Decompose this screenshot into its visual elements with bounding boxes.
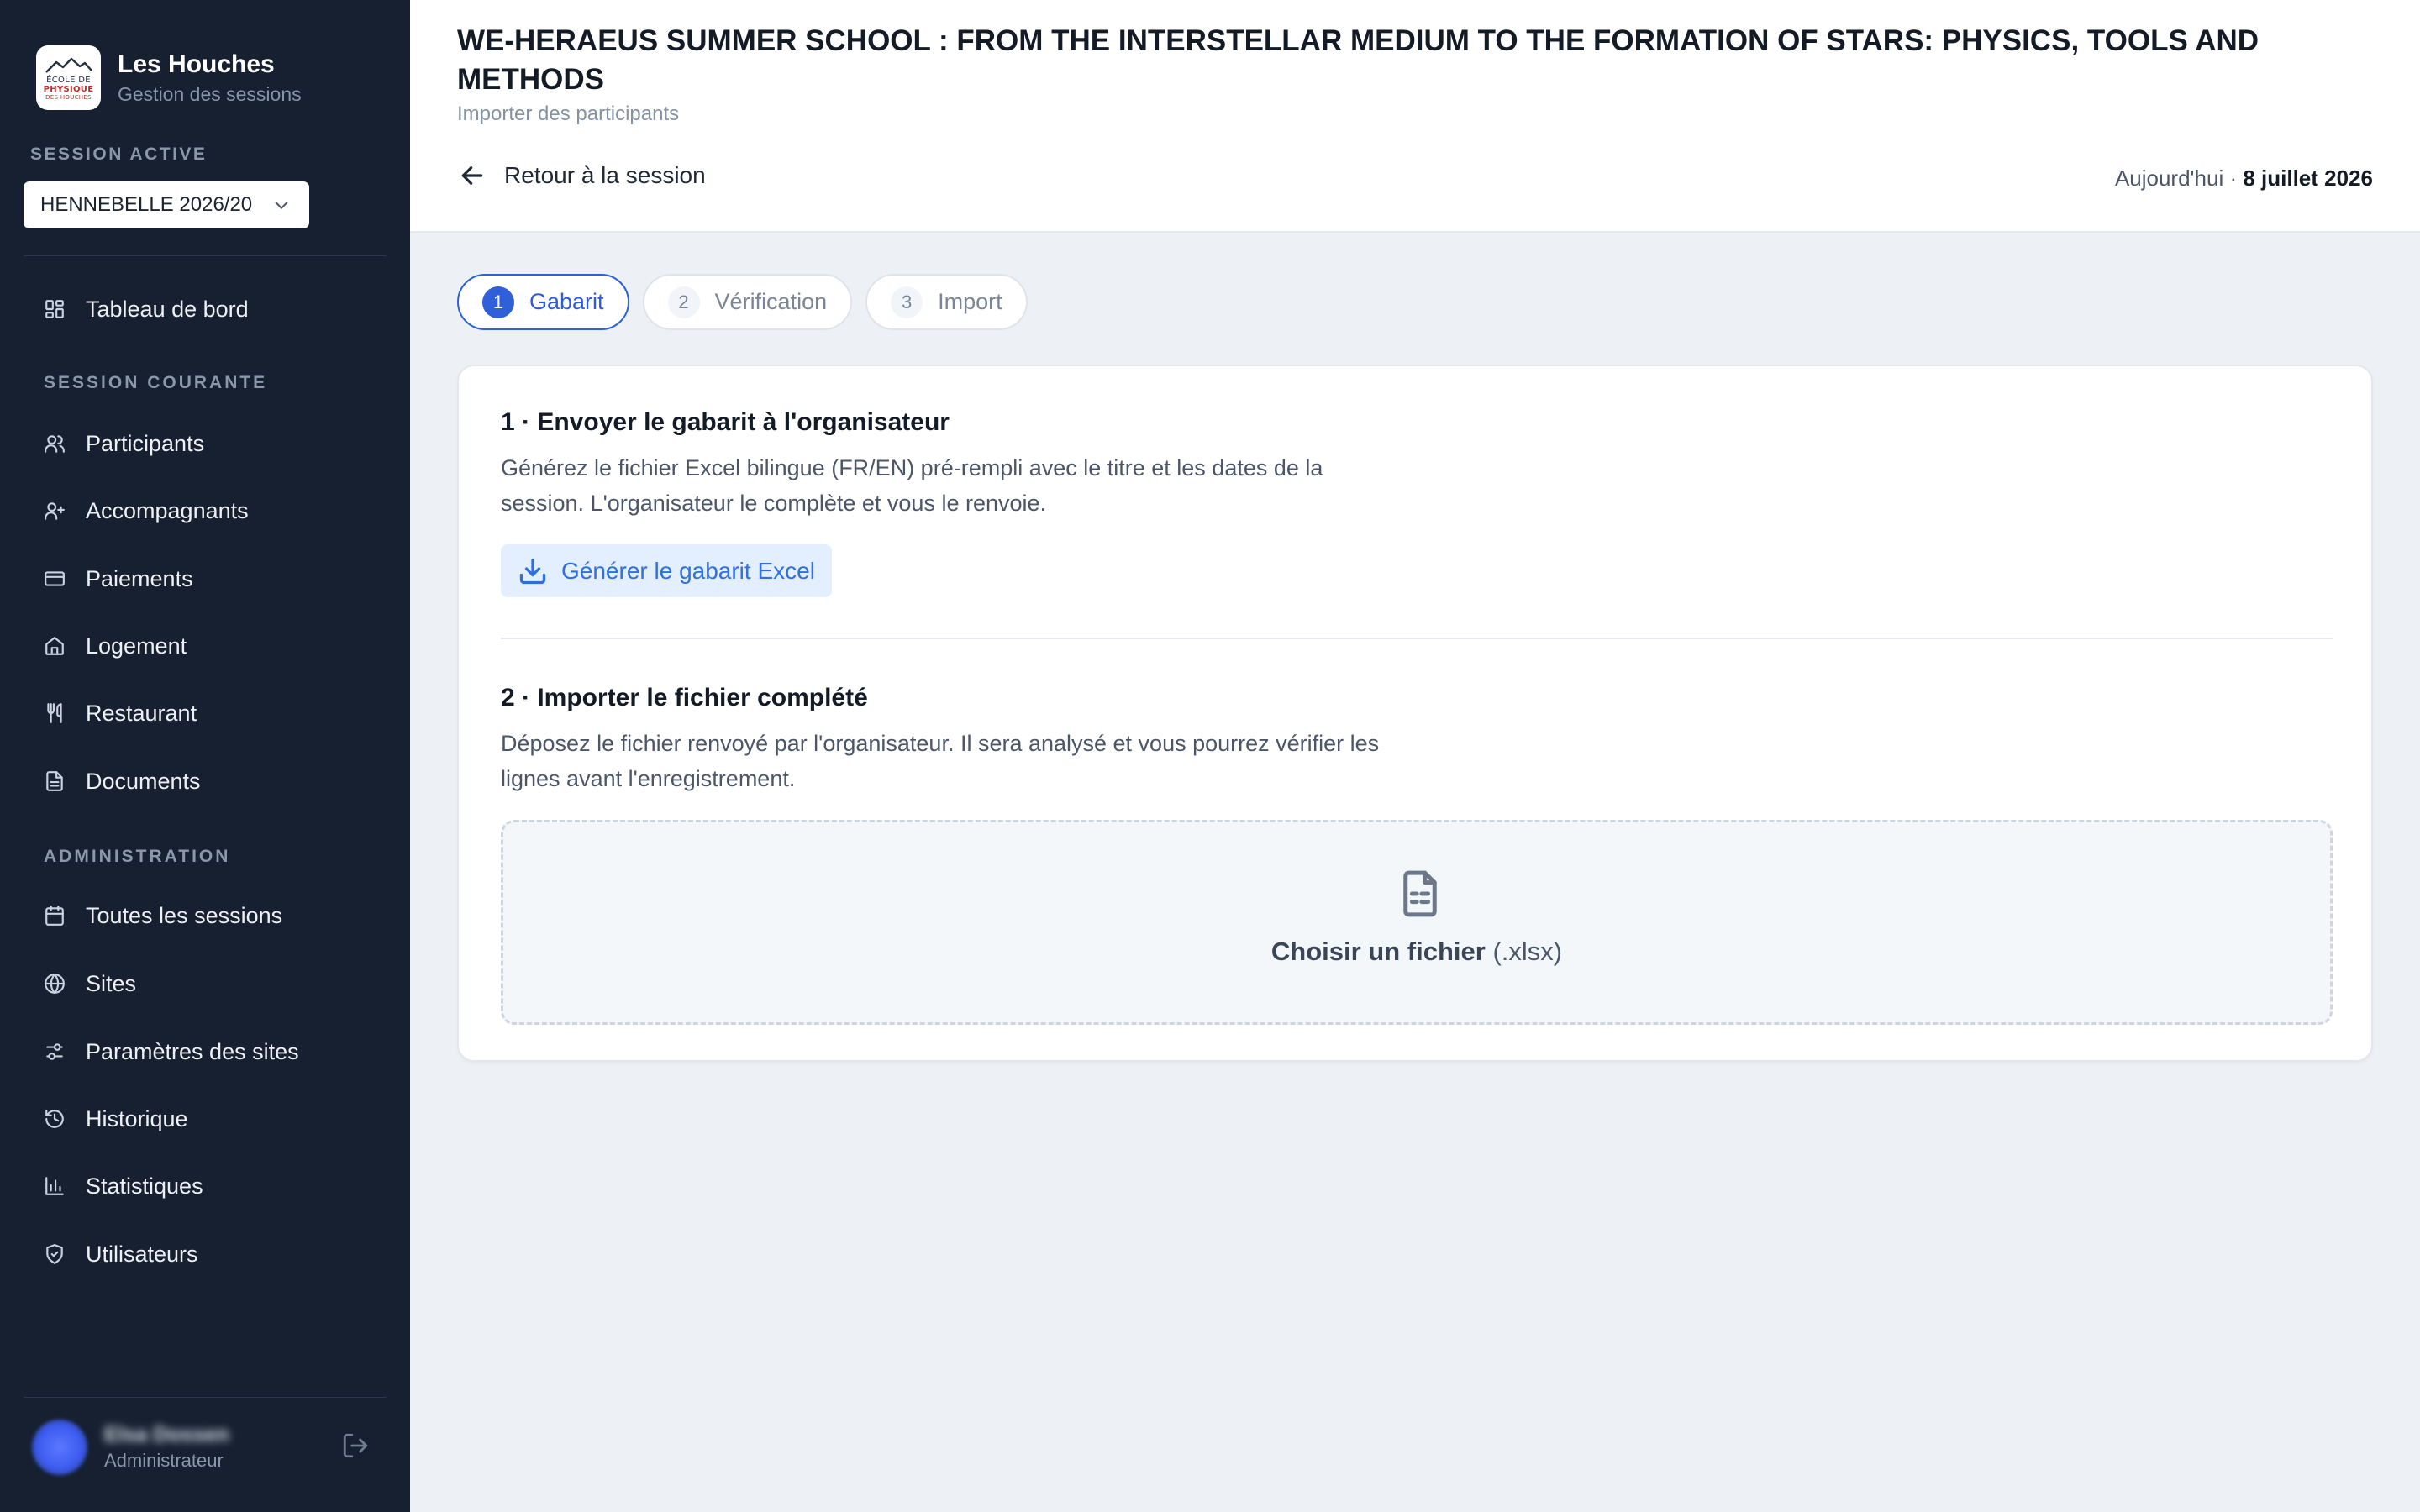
- logo-line: ÉCOLE DE: [46, 75, 91, 85]
- sidebar-item-label: Tableau de bord: [86, 296, 249, 322]
- mountain-icon: [45, 57, 92, 73]
- sidebar-item-accompagnants[interactable]: Accompagnants: [44, 494, 249, 528]
- sidebar-item-label: Documents: [86, 768, 201, 794]
- sidebar-item-documents[interactable]: Documents: [44, 764, 201, 798]
- user-name: Elsa Dossen: [104, 1423, 229, 1446]
- home-icon: [45, 637, 64, 655]
- sidebar-item-label: Historique: [86, 1105, 188, 1131]
- sidebar-item-label: Paramètres des sites: [86, 1038, 299, 1064]
- step-import[interactable]: 3 Import: [865, 274, 1028, 330]
- page-title: WE-HERAEUS SUMMER SCHOOL : FROM THE INTE…: [457, 24, 2260, 96]
- sidebar-item-restaurant[interactable]: Restaurant: [44, 696, 197, 730]
- today-value: 8 juillet 2026: [2243, 165, 2373, 191]
- page-header: WE-HERAEUS SUMMER SCHOOL : FROM THE INTE…: [410, 0, 2420, 233]
- sidebar-item-label: Utilisateurs: [86, 1241, 198, 1267]
- sidebar-item-label: Restaurant: [86, 700, 197, 726]
- download-icon: [519, 558, 546, 584]
- page-subtitle: Importer des participants: [457, 102, 680, 125]
- import-card: 1 · Envoyer le gabarit à l'organisateur …: [457, 365, 2373, 1062]
- section-import-file-title: 2 · Importer le fichier complété: [501, 684, 868, 711]
- generate-template-button[interactable]: Générer le gabarit Excel: [501, 544, 832, 597]
- step-number: 2: [667, 286, 700, 318]
- user-plus-icon: [45, 502, 65, 520]
- user-role: Administrateur: [104, 1450, 224, 1471]
- sidebar-item-participants[interactable]: Participants: [44, 427, 204, 460]
- sidebar-divider: [24, 255, 387, 256]
- step-number: 3: [891, 286, 923, 318]
- sidebar-item-all-sessions[interactable]: Toutes les sessions: [44, 899, 282, 932]
- session-select-value: HENNEBELLE 2026/20: [40, 193, 253, 216]
- file-extension-hint: (.xlsx): [1492, 937, 1563, 966]
- session-select[interactable]: HENNEBELLE 2026/20: [24, 181, 309, 228]
- sidebar-item-history[interactable]: Historique: [44, 1102, 188, 1136]
- import-steps: 1 Gabarit 2 Vérification 3 Import: [457, 274, 1041, 330]
- step-verification[interactable]: 2 Vérification: [642, 274, 853, 330]
- history-icon: [45, 1110, 64, 1128]
- sidebar-item-label: Statistiques: [86, 1173, 203, 1199]
- file-text-icon: [46, 771, 63, 791]
- globe-icon: [45, 974, 65, 994]
- logout-button[interactable]: [341, 1431, 370, 1460]
- choose-file-label: Choisir un fichier: [1270, 937, 1486, 966]
- school-logo: ÉCOLE DE PHYSIQUE DES HOUCHES: [36, 45, 101, 110]
- sidebar-item-users[interactable]: Utilisateurs: [44, 1237, 198, 1271]
- shield-check-icon: [46, 1244, 63, 1264]
- section-import-file-desc: Déposez le fichier renvoyé par l'organis…: [501, 731, 1380, 791]
- spreadsheet-file-icon: [1401, 869, 1439, 918]
- sidebar-item-paiements[interactable]: Paiements: [44, 562, 193, 596]
- generate-template-label: Générer le gabarit Excel: [561, 557, 815, 584]
- sidebar-item-label: Sites: [86, 970, 137, 996]
- sidebar-item-label: Toutes les sessions: [86, 902, 283, 928]
- users-icon: [45, 435, 65, 453]
- chevron-down-icon: [275, 202, 288, 209]
- sliders-icon: [46, 1043, 63, 1060]
- step-label: Vérification: [714, 289, 828, 314]
- section-admin-label: ADMINISTRATION: [44, 847, 231, 866]
- logo-line: DES HOUCHES: [45, 93, 92, 101]
- file-dropzone[interactable]: Choisir un fichier (.xlsx): [501, 820, 2333, 1025]
- sidebar-item-label: Accompagnants: [86, 497, 249, 523]
- bar-chart-icon: [45, 1177, 64, 1195]
- step-number: 1: [482, 286, 514, 318]
- brand-subtitle: Gestion des sessions: [118, 82, 302, 105]
- sidebar-item-dashboard[interactable]: Tableau de bord: [44, 292, 249, 326]
- step-label: Import: [938, 289, 1002, 314]
- section-send-template-title: 1 · Envoyer le gabarit à l'organisateur: [501, 408, 950, 436]
- back-to-session-link[interactable]: Retour à la session: [459, 162, 706, 189]
- card-divider: [501, 638, 2333, 639]
- user-profile[interactable]: Elsa Dossen Administrateur: [32, 1420, 229, 1475]
- section-send-template-desc: Générez le fichier Excel bilingue (FR/EN…: [501, 455, 1323, 516]
- utensils-icon: [47, 703, 62, 723]
- back-link-label: Retour à la session: [504, 162, 706, 188]
- logout-icon: [343, 1433, 368, 1458]
- sidebar-item-label: Logement: [86, 633, 187, 659]
- step-gabarit[interactable]: 1 Gabarit: [457, 274, 629, 330]
- dashboard-icon: [45, 300, 64, 318]
- arrow-left-icon: [461, 166, 483, 185]
- sidebar-item-statistics[interactable]: Statistiques: [44, 1169, 203, 1203]
- avatar: [32, 1420, 87, 1475]
- sidebar-item-sites[interactable]: Sites: [44, 967, 136, 1000]
- session-active-label: SESSION ACTIVE: [30, 144, 208, 164]
- sidebar-item-site-settings[interactable]: Paramètres des sites: [44, 1035, 299, 1068]
- choose-file-text: Choisir un fichier (.xlsx): [503, 937, 2330, 967]
- sidebar-item-label: Participants: [86, 430, 205, 456]
- step-label: Gabarit: [529, 289, 604, 314]
- brand[interactable]: ÉCOLE DE PHYSIQUE DES HOUCHES Les Houche…: [36, 45, 302, 110]
- sidebar-item-logement[interactable]: Logement: [44, 629, 187, 663]
- calendar-icon: [45, 906, 64, 926]
- sidebar-item-label: Paiements: [86, 565, 193, 591]
- credit-card-icon: [45, 571, 65, 586]
- section-current-label: SESSION COURANTE: [44, 373, 268, 392]
- brand-title: Les Houches: [118, 50, 275, 78]
- today-label: Aujourd'hui ·: [2114, 165, 2238, 191]
- today-date: Aujourd'hui · 8 juillet 2026: [2115, 165, 2373, 192]
- logo-line: PHYSIQUE: [43, 84, 94, 94]
- sidebar: ÉCOLE DE PHYSIQUE DES HOUCHES Les Houche…: [0, 0, 410, 1512]
- sidebar-divider: [24, 1397, 387, 1398]
